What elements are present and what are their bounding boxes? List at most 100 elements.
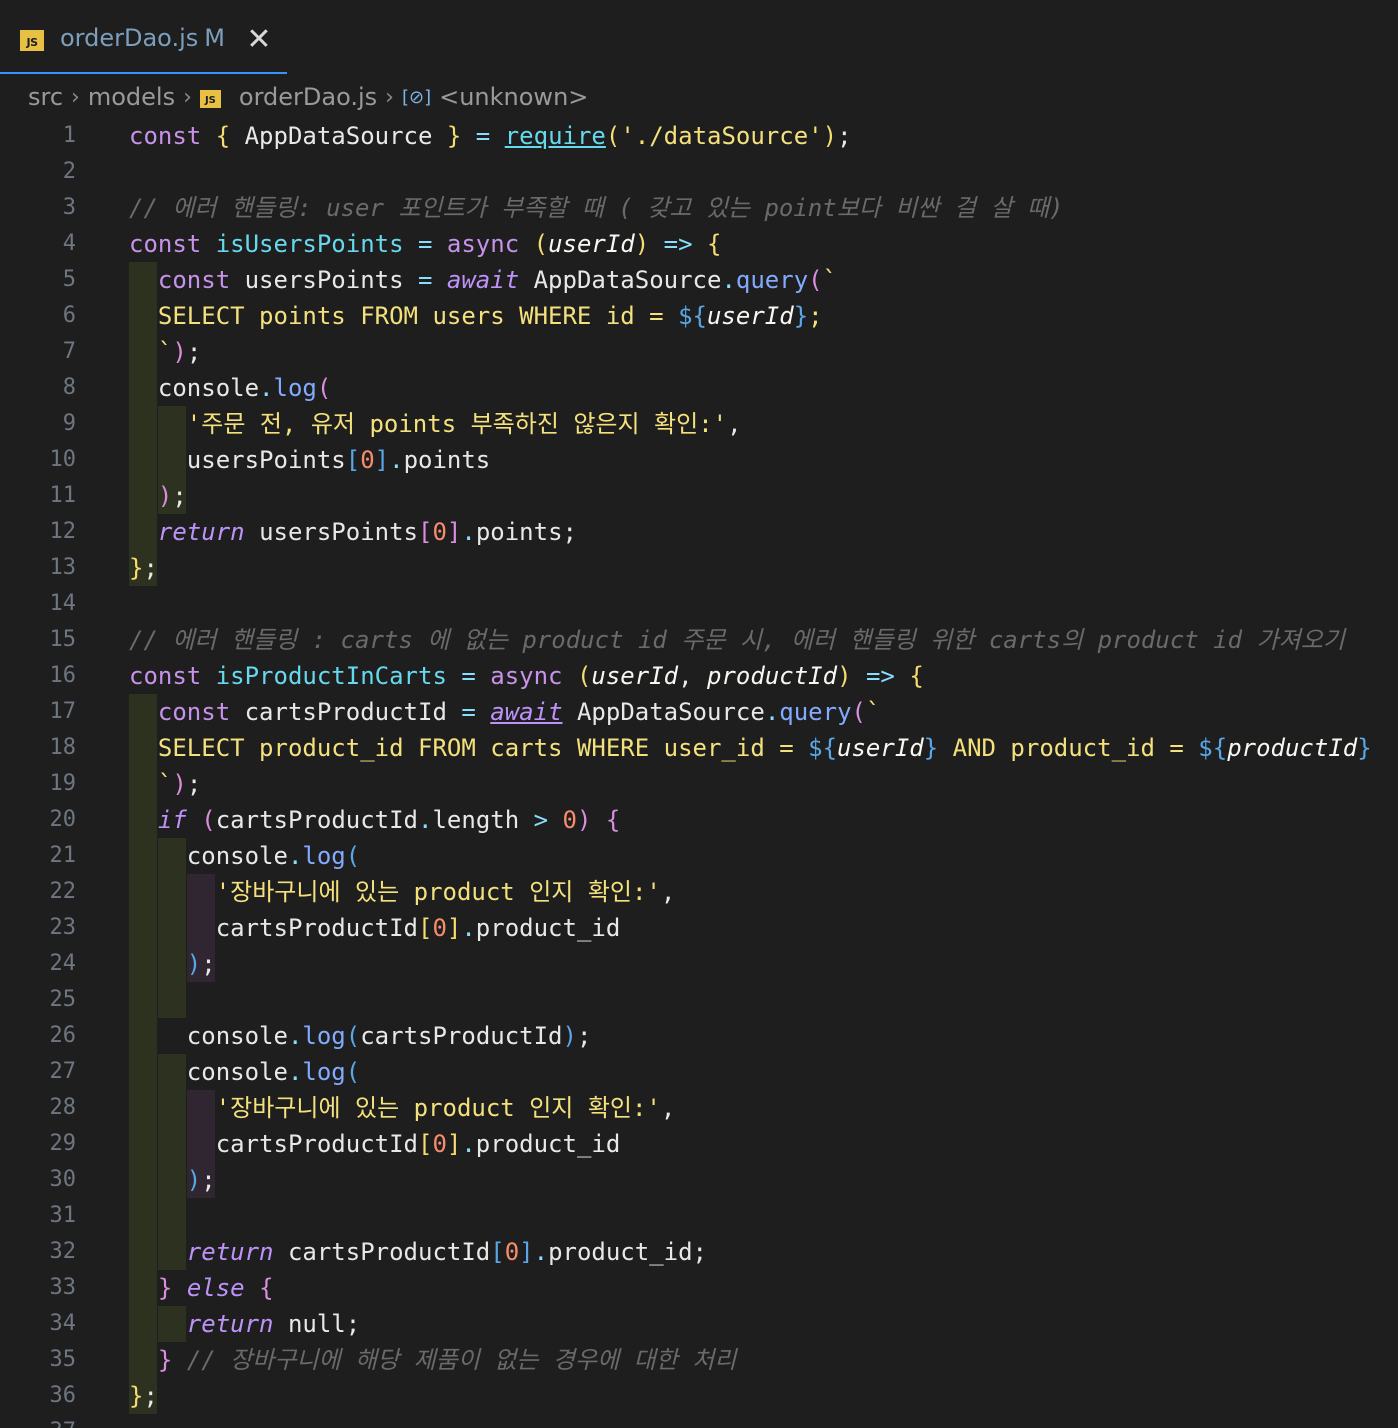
breadcrumb-symbol[interactable]: <unknown> xyxy=(439,83,588,111)
code-token: await xyxy=(446,266,534,294)
code-token: . xyxy=(721,266,736,294)
chevron-right-icon: › xyxy=(71,84,80,110)
code-line[interactable]: '주문 전, 유저 points 부족하진 않은지 확인:', xyxy=(129,406,742,442)
code-token: ( xyxy=(808,266,823,294)
line-number: 27 xyxy=(49,1059,77,1084)
code-token: usersPoints xyxy=(244,266,418,294)
code-token: [ xyxy=(417,914,433,942)
code-token: ) xyxy=(157,482,173,510)
code-line[interactable]: console.log( xyxy=(129,1054,360,1090)
line-number: 34 xyxy=(49,1311,77,1336)
code-token: product_id; xyxy=(548,1238,708,1266)
code-line[interactable]: return cartsProductId[0].product_id; xyxy=(129,1234,707,1270)
code-token: ; xyxy=(201,950,216,978)
code-line[interactable]: console.log(cartsProductId); xyxy=(129,1018,592,1054)
code-token: . xyxy=(461,1130,476,1158)
code-token: log xyxy=(302,1022,346,1050)
code-line[interactable]: ); xyxy=(129,946,216,982)
editor-tab[interactable]: JS orderDao.js M ✕ xyxy=(0,0,287,74)
code-line[interactable]: const isProductInCarts = async (userId, … xyxy=(129,658,924,694)
code-token: userId xyxy=(837,734,924,762)
code-line[interactable]: ); xyxy=(129,478,187,514)
code-line[interactable]: } // 장바구니에 해당 제품이 없는 경우에 대한 처리 xyxy=(129,1342,736,1378)
line-number: 25 xyxy=(49,987,77,1012)
code-line[interactable]: cartsProductId[0].product_id xyxy=(129,1126,621,1162)
code-token: [ xyxy=(417,1130,433,1158)
code-line[interactable]: }; xyxy=(129,1378,158,1414)
code-token: ( xyxy=(605,122,621,150)
code-token: userId xyxy=(591,662,679,690)
line-number: 12 xyxy=(49,519,77,544)
code-token: const xyxy=(157,266,245,294)
code-line[interactable]: usersPoints[0].points xyxy=(129,442,490,478)
code-token: ( xyxy=(851,698,866,726)
breadcrumb-src[interactable]: src xyxy=(28,83,63,111)
line-number: 20 xyxy=(49,807,77,832)
code-token: ) xyxy=(186,950,202,978)
code-token: async xyxy=(490,662,577,690)
code-line[interactable]: } else { xyxy=(129,1270,274,1306)
code-line[interactable]: return null; xyxy=(129,1306,360,1342)
code-token: return xyxy=(186,1238,288,1266)
line-number: 16 xyxy=(49,663,77,688)
code-line[interactable]: const cartsProductId = await AppDataSour… xyxy=(129,694,881,730)
code-line[interactable]: `); xyxy=(129,766,201,802)
line-number: 14 xyxy=(49,591,77,616)
code-line[interactable]: const isUsersPoints = async (userId) => … xyxy=(129,226,721,262)
code-line[interactable]: }; xyxy=(129,550,158,586)
code-token: ` xyxy=(822,266,838,294)
code-token: ( xyxy=(533,230,549,258)
code-line[interactable]: '장바구니에 있는 product 인지 확인:', xyxy=(129,1090,676,1126)
code-line[interactable]: // 에러 핸들링 : carts 에 없는 product id 주문 시, … xyxy=(129,622,1345,658)
code-token: SELECT product_id FROM carts WHERE user_… xyxy=(157,734,809,762)
code-token: './dataSource' xyxy=(620,122,823,150)
code-line[interactable]: SELECT points FROM users WHERE id = ${us… xyxy=(129,298,823,334)
code-token: . xyxy=(259,374,274,402)
javascript-file-icon: JS xyxy=(199,90,221,108)
code-line[interactable]: '장바구니에 있는 product 인지 확인:', xyxy=(129,874,676,910)
code-line[interactable]: return usersPoints[0].points; xyxy=(129,514,577,550)
code-token: product_id xyxy=(475,1130,621,1158)
code-token: { xyxy=(215,122,245,150)
line-number: 6 xyxy=(62,303,76,328)
breadcrumb-file[interactable]: orderDao.js xyxy=(239,83,377,111)
javascript-file-icon: JS xyxy=(20,30,44,51)
code-line[interactable]: `); xyxy=(129,334,201,370)
code-token: { xyxy=(707,230,722,258)
code-line[interactable]: // 에러 핸들링: user 포인트가 부족할 때 ( 갖고 있는 point… xyxy=(129,190,1064,226)
code-line[interactable]: cartsProductId[0].product_id xyxy=(129,910,621,946)
code-token: isProductInCarts xyxy=(215,662,462,690)
code-token: { xyxy=(605,806,621,834)
code-line[interactable]: const { AppDataSource } = require('./dat… xyxy=(129,118,852,154)
code-token: ] xyxy=(519,1238,534,1266)
code-token: points; xyxy=(475,518,577,546)
breadcrumb-models[interactable]: models xyxy=(88,83,175,111)
code-token: = xyxy=(418,266,447,294)
code-token: '장바구니에 있는 product 인지 확인:' xyxy=(215,878,661,906)
code-line[interactable]: console.log( xyxy=(129,838,360,874)
code-token: points xyxy=(403,446,491,474)
code-token: ) xyxy=(172,770,187,798)
close-icon[interactable]: ✕ xyxy=(244,22,274,58)
code-line[interactable]: console.log( xyxy=(129,370,331,406)
code-line[interactable]: SELECT product_id FROM carts WHERE user_… xyxy=(129,730,1372,766)
code-token: . xyxy=(287,842,303,870)
code-token: isUsersPoints xyxy=(215,230,418,258)
code-token: [ xyxy=(345,446,361,474)
code-line[interactable]: const usersPoints = await AppDataSource.… xyxy=(129,262,837,298)
line-number: 17 xyxy=(49,699,77,724)
code-token: ) xyxy=(562,1022,577,1050)
code-line[interactable]: ); xyxy=(129,1162,216,1198)
code-token: return xyxy=(186,1310,288,1338)
code-line[interactable]: if (cartsProductId.length > 0) { xyxy=(129,802,620,838)
code-token: else xyxy=(186,1274,260,1302)
code-token: null; xyxy=(287,1310,361,1338)
code-token: ` xyxy=(865,698,881,726)
